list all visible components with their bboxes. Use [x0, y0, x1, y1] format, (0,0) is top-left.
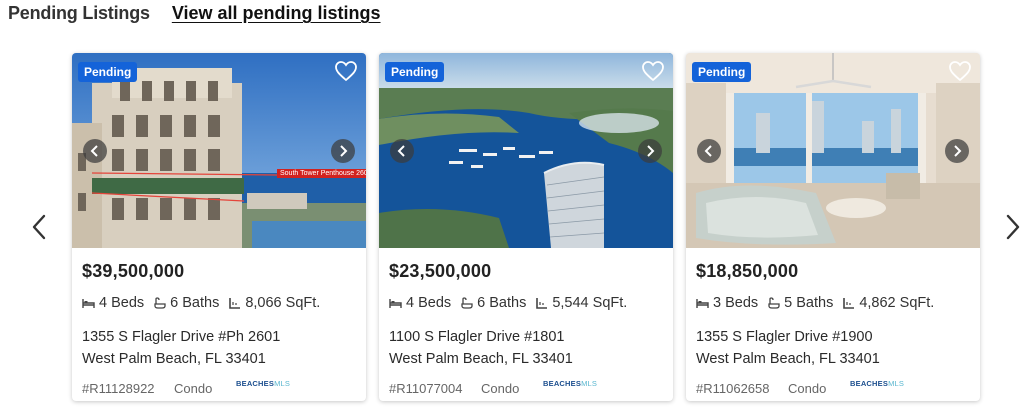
beds-count: 3 Beds — [713, 295, 759, 311]
photo-tag-label: South Tower Penthouse 2601 — [277, 169, 366, 178]
listing-price: $18,850,000 — [696, 261, 799, 281]
bath-icon — [154, 297, 166, 309]
property-type: Condo — [174, 381, 213, 396]
beds-count: 4 Beds — [99, 295, 145, 311]
photo-next-button[interactable] — [945, 139, 969, 163]
address-line1: 1100 S Flagler Drive #1801 — [389, 329, 565, 345]
photo-next-button[interactable] — [331, 139, 355, 163]
heart-icon[interactable] — [334, 60, 358, 82]
sqft-value: 5,544 SqFt. — [552, 295, 628, 311]
beaches-mls-logo: BEACHESMLS — [543, 379, 598, 388]
chevron-left-icon — [90, 145, 98, 157]
chevron-left-icon — [397, 145, 405, 157]
carousel-prev-button[interactable] — [27, 213, 51, 241]
photo-prev-button[interactable] — [83, 139, 107, 163]
status-badge: Pending — [78, 62, 138, 82]
chevron-right-icon — [647, 145, 655, 157]
sqft-value: 8,066 SqFt. — [245, 295, 321, 311]
beds-count: 4 Beds — [406, 295, 452, 311]
section-header: Pending Listings View all pending listin… — [8, 3, 381, 24]
bed-icon — [696, 299, 709, 308]
listing-address[interactable]: 1355 S Flagler Drive #Ph 2601 West Palm … — [82, 326, 356, 370]
chevron-right-icon — [1006, 214, 1020, 240]
address-line2: West Palm Beach, FL 33401 — [82, 351, 266, 367]
photo-next-button[interactable] — [638, 139, 662, 163]
listing-photo[interactable]: Pending South Tower Penthouse 2601 — [72, 53, 366, 248]
section-title: Pending Listings — [8, 3, 150, 23]
mls-id: #R11077004 — [389, 381, 463, 396]
view-all-pending-link[interactable]: View all pending listings — [172, 3, 381, 24]
address-line1: 1355 S Flagler Drive #1900 — [696, 329, 873, 345]
address-line2: West Palm Beach, FL 33401 — [389, 351, 573, 367]
living-room-interior-image — [686, 53, 980, 248]
status-badge: Pending — [385, 62, 445, 82]
bed-icon — [389, 299, 402, 308]
listing-price: $23,500,000 — [389, 261, 492, 281]
beaches-mls-logo: BEACHESMLS — [850, 379, 905, 388]
mls-id: #R11062658 — [696, 381, 770, 396]
listing-card[interactable]: Pending South Tower Penthouse 2601 $39,5… — [72, 53, 366, 401]
status-badge: Pending — [692, 62, 752, 82]
sqft-value: 4,862 SqFt. — [859, 295, 935, 311]
baths-count: 5 Baths — [784, 295, 834, 311]
listing-photo[interactable]: Pending — [686, 53, 980, 248]
bath-icon — [768, 297, 780, 309]
bed-icon — [82, 299, 95, 308]
chevron-right-icon — [954, 145, 962, 157]
tower-exterior-image — [72, 53, 366, 248]
waterfront-aerial-image — [379, 53, 673, 248]
listing-price: $39,500,000 — [82, 261, 185, 281]
chevron-left-icon — [32, 214, 46, 240]
listing-card[interactable]: Pending $23,500,000 4 Beds 6 Baths 5,544… — [379, 53, 673, 401]
bath-icon — [461, 297, 473, 309]
listing-address[interactable]: 1355 S Flagler Drive #1900 West Palm Bea… — [696, 326, 970, 370]
photo-prev-button[interactable] — [390, 139, 414, 163]
area-icon — [843, 298, 855, 309]
area-icon — [229, 298, 241, 309]
heart-icon[interactable] — [641, 60, 665, 82]
listing-specs: 4 Beds 6 Baths 5,544 SqFt. — [389, 295, 663, 311]
beaches-mls-logo: BEACHESMLS — [236, 379, 291, 388]
listing-specs: 3 Beds 5 Baths 4,862 SqFt. — [696, 295, 970, 311]
mls-id: #R11128922 — [82, 381, 155, 396]
baths-count: 6 Baths — [477, 295, 527, 311]
chevron-left-icon — [704, 145, 712, 157]
property-type: Condo — [788, 381, 827, 396]
listing-card[interactable]: Pending $18,850,000 3 Beds 5 Baths 4,862… — [686, 53, 980, 401]
baths-count: 6 Baths — [170, 295, 220, 311]
carousel-next-button[interactable] — [1001, 213, 1024, 241]
heart-icon[interactable] — [948, 60, 972, 82]
listing-photo[interactable]: Pending — [379, 53, 673, 248]
photo-prev-button[interactable] — [697, 139, 721, 163]
chevron-right-icon — [340, 145, 348, 157]
address-line1: 1355 S Flagler Drive #Ph 2601 — [82, 329, 281, 345]
area-icon — [536, 298, 548, 309]
listing-specs: 4 Beds 6 Baths 8,066 SqFt. — [82, 295, 356, 311]
address-line2: West Palm Beach, FL 33401 — [696, 351, 880, 367]
property-type: Condo — [481, 381, 520, 396]
listing-address[interactable]: 1100 S Flagler Drive #1801 West Palm Bea… — [389, 326, 663, 370]
